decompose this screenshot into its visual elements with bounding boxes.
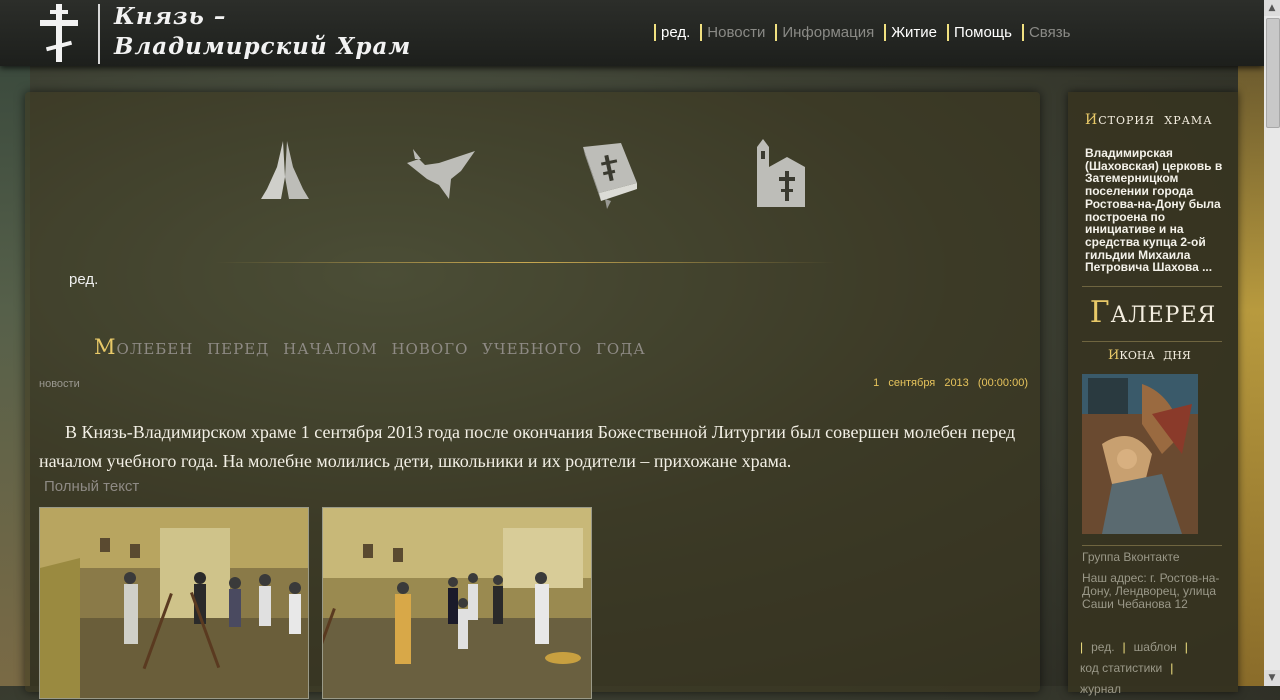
full-text-link[interactable]: Полный текст — [44, 478, 139, 495]
post-photo-2[interactable] — [322, 507, 592, 699]
logo-divider — [98, 4, 100, 64]
praying-hands-icon[interactable] — [255, 137, 315, 203]
post-title-initial: М — [94, 335, 117, 359]
sidebar-link-stats-code[interactable]: код статистики — [1080, 661, 1162, 675]
dove-icon[interactable] — [405, 145, 479, 201]
top-navigation: ред. Новости Информация Житие Помощь Свя… — [654, 24, 1080, 41]
gallery-text: алерея — [1110, 303, 1217, 328]
vertical-scrollbar[interactable]: ▲ ▼ — [1264, 0, 1280, 686]
post-title-text: олебен перед началом нового учебного год… — [116, 340, 646, 358]
scroll-up-arrow-icon[interactable]: ▲ — [1264, 0, 1280, 16]
history-title[interactable]: История храма — [1085, 112, 1213, 128]
vk-group-link[interactable]: Группа Вконтакте — [1082, 550, 1180, 564]
nav-item-contact[interactable]: Связь — [1021, 24, 1076, 41]
main-content-panel: ред. Молебен перед началом нового учебно… — [25, 92, 1040, 699]
post-date: 1 сентября 2013 (00:00:00) — [873, 377, 1028, 389]
icon-of-day-image[interactable] — [1082, 374, 1198, 534]
sidebar-link-journal[interactable]: журнал — [1080, 682, 1121, 696]
gallery-heading[interactable]: Галерея — [1068, 295, 1238, 330]
history-summary[interactable]: Владимирская (Шаховская) церковь в Затем… — [1085, 147, 1231, 274]
nav-item-info[interactable]: Информация — [775, 24, 880, 41]
logo-line-2: Владимирский Храм — [114, 33, 412, 60]
post-category[interactable]: новости — [39, 378, 80, 390]
history-title-text: стория храма — [1098, 114, 1213, 127]
sidebar-admin-links: | ред. | шаблон | код статистики | журнал — [1080, 640, 1188, 696]
section-icons — [255, 137, 855, 212]
sidebar-link-template[interactable]: шаблон — [1134, 640, 1177, 654]
nav-item-news[interactable]: Новости — [700, 24, 771, 41]
address-text: Наш адрес: г. Ростов-на-Дону, Лендворец,… — [1082, 571, 1220, 611]
scroll-down-arrow-icon[interactable]: ▼ — [1264, 670, 1280, 686]
right-sidebar: История храма Владимирская (Шаховская) ц… — [1068, 92, 1238, 696]
divider-line — [215, 262, 835, 263]
site-logo-title[interactable]: Князь – Владимирский Храм — [114, 2, 411, 62]
scroll-thumb[interactable] — [1266, 18, 1280, 128]
post-body: В Князь-Владимирском храме 1 сентября 20… — [39, 422, 1016, 471]
site-header: Князь – Владимирский Храм ред. Новости И… — [0, 0, 1264, 66]
icon-of-day-title: Икона дня — [1108, 348, 1191, 363]
nav-item-edit[interactable]: ред. — [654, 24, 696, 41]
orthodox-cross-icon[interactable] — [36, 2, 82, 64]
post-photo-1[interactable] — [39, 507, 309, 699]
nav-item-help[interactable]: Помощь — [947, 24, 1018, 41]
icon-day-text: кона дня — [1119, 349, 1191, 362]
sidebar-link-edit[interactable]: ред. — [1091, 640, 1114, 654]
post-title[interactable]: Молебен перед началом нового учебного го… — [94, 335, 646, 359]
church-icon[interactable] — [747, 137, 807, 209]
bible-icon[interactable] — [577, 143, 641, 209]
gallery-initial: Г — [1089, 295, 1111, 330]
icon-day-initial: И — [1108, 348, 1120, 363]
sidebar-divider — [1082, 286, 1222, 287]
sidebar-divider — [1082, 341, 1222, 342]
sidebar-divider — [1082, 545, 1222, 546]
history-title-initial: И — [1085, 112, 1099, 128]
background-right — [1238, 60, 1264, 686]
nav-item-life[interactable]: Житие — [884, 24, 943, 41]
edit-link[interactable]: ред. — [69, 271, 98, 288]
logo-line-1: Князь – — [114, 3, 227, 30]
